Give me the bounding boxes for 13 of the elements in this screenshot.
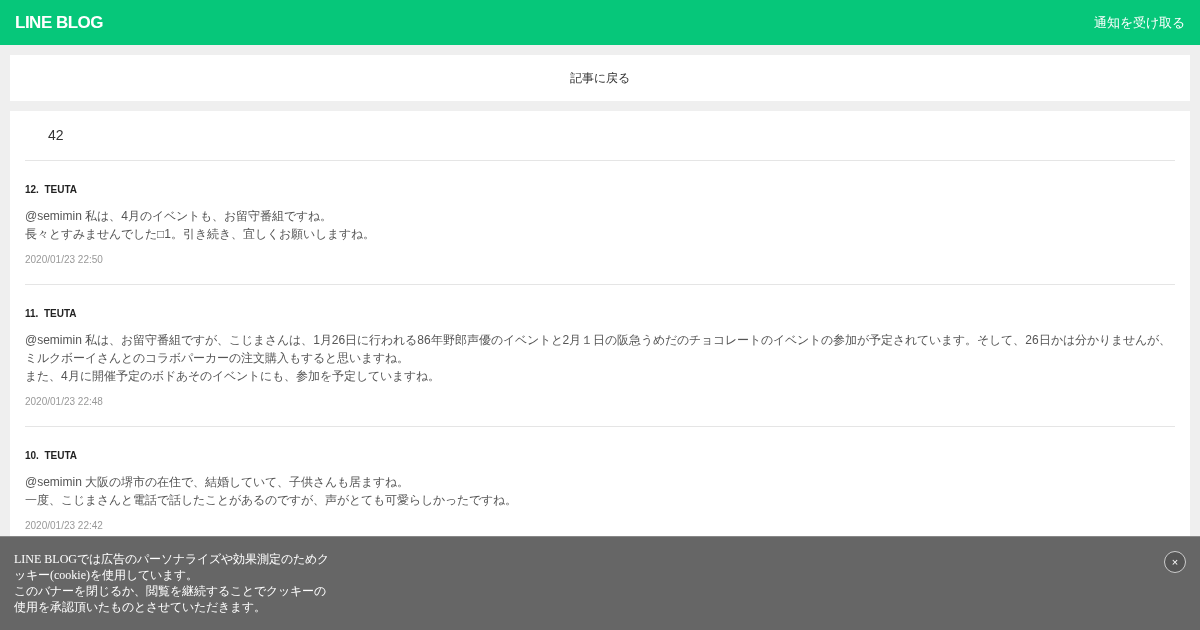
comment-count: 42 <box>25 111 1175 161</box>
comment-author: 10. TEUTA <box>25 450 78 461</box>
comment-date: 2020/01/23 22:50 <box>25 254 103 265</box>
comment-text: @semimin 大阪の堺市の在住で、結婚していて、子供さんも居ますね。 一度、こじまさんと電話で話したことがあるのですが、声がとても可愛らしかったですね。 <box>25 474 518 509</box>
close-button[interactable]: × <box>1164 551 1186 573</box>
comment-date: 2020/01/23 22:42 <box>25 520 103 531</box>
comment-date: 2020/01/23 22:48 <box>25 396 103 407</box>
comment-author: 11. TEUTA <box>25 308 77 319</box>
comment-text: @semimin 私は、お留守番組ですが、こじまさんは、1月26日に行われる86年野郎声優のイベントと2月１日の阪急うめだのチョコレートのイベントの参加が予定されています。そして、26日かは分かりませんが、 ミルクボーイさんとのコラボパーカーの注文購入もすると思いますね。 また、4月に開催予定のボドあそのイベントにも、参加を予定していますね。 <box>25 332 1172 385</box>
back-link[interactable]: 記事に戻る <box>10 55 1190 101</box>
comment-author: 12. TEUTA <box>25 184 78 195</box>
cookie-notice: LINE BLOGでは広告のパーソナライズや効果測定のためク ッキー(cookie)を使用しています。 このバナーを閉じるか、閲覧を継続することでクッキーの 使用を承認頂いたものとさせていただきます。 <box>14 551 329 616</box>
comment-text: @semimin 私は、4月のイベントも、お留守番組ですね。 長々とすみませんでした□1。引き続き、宜しくお願いしますね。 <box>25 208 376 243</box>
